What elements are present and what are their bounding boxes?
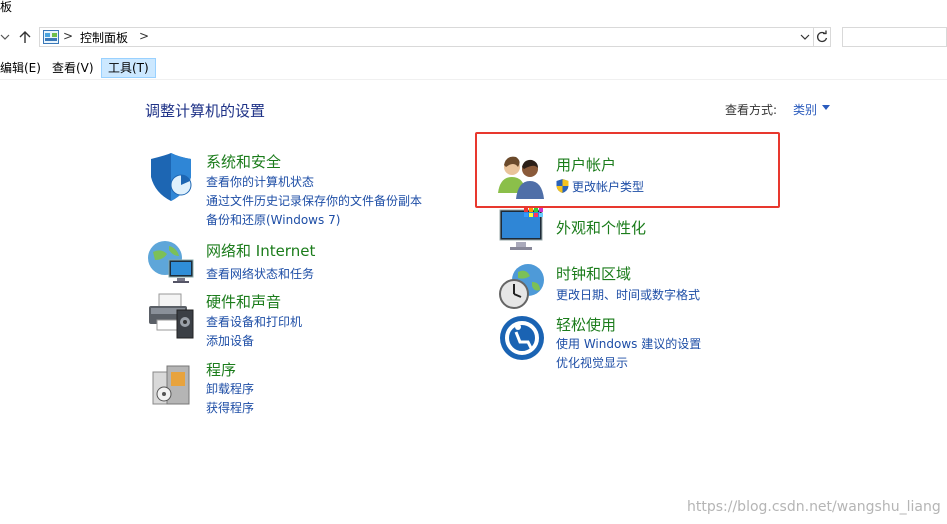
link-optimize-visual-display[interactable]: 优化视觉显示 xyxy=(556,354,628,371)
recent-locations-chevron-icon[interactable] xyxy=(0,29,12,45)
link-devices-printers[interactable]: 查看设备和打印机 xyxy=(206,313,302,330)
category-clock-region-title[interactable]: 时钟和区域 xyxy=(556,263,631,284)
search-input[interactable] xyxy=(842,27,947,47)
chevron-down-icon[interactable] xyxy=(822,105,830,111)
refresh-button[interactable] xyxy=(813,27,831,47)
category-programs-title[interactable]: 程序 xyxy=(206,359,236,380)
view-by-dropdown[interactable]: 类别 xyxy=(793,101,817,118)
category-ease-of-access-title[interactable]: 轻松使用 xyxy=(556,314,616,335)
category-hardware-sound-title[interactable]: 硬件和声音 xyxy=(206,291,281,312)
page-title: 调整计算机的设置 xyxy=(145,102,266,120)
breadcrumb-separator[interactable]: > xyxy=(139,29,149,43)
refresh-icon xyxy=(817,30,828,43)
link-get-programs[interactable]: 获得程序 xyxy=(206,399,254,416)
link-add-device[interactable]: 添加设备 xyxy=(206,332,254,349)
breadcrumb-separator: > xyxy=(63,29,74,43)
link-view-computer-status[interactable]: 查看你的计算机状态 xyxy=(206,173,314,190)
users-icon[interactable] xyxy=(498,153,546,201)
printer-icon[interactable] xyxy=(147,292,195,340)
view-by-label: 查看方式: xyxy=(725,103,778,117)
program-box-icon[interactable] xyxy=(147,360,195,408)
address-bar[interactable]: > 控制面板 > xyxy=(39,27,814,47)
breadcrumb-control-panel[interactable]: 控制面板 xyxy=(80,29,128,46)
ease-of-access-icon[interactable] xyxy=(498,314,546,362)
window-title: 板 xyxy=(0,0,13,14)
clock-globe-icon[interactable] xyxy=(498,262,546,310)
link-windows-suggested-settings[interactable]: 使用 Windows 建议的设置 xyxy=(556,335,701,352)
category-user-accounts-title[interactable]: 用户帐户 xyxy=(556,154,616,175)
up-arrow-icon[interactable] xyxy=(16,28,34,46)
menu-view[interactable]: 查看(V) xyxy=(48,58,98,78)
shield-pie-icon[interactable] xyxy=(147,153,195,201)
category-system-security-title[interactable]: 系统和安全 xyxy=(206,151,281,172)
address-dropdown-chevron-icon[interactable] xyxy=(800,32,810,42)
link-file-history-backup[interactable]: 通过文件历史记录保存你的文件备份副本 xyxy=(206,192,422,209)
category-network-internet-title[interactable]: 网络和 Internet xyxy=(206,240,315,261)
globe-monitor-icon[interactable] xyxy=(147,238,195,286)
watermark-text: https://blog.csdn.net/wangshu_liang xyxy=(687,499,941,515)
link-change-account-type[interactable]: 更改帐户类型 xyxy=(572,178,644,195)
address-row: > 控制面板 > xyxy=(0,26,947,50)
uac-shield-icon xyxy=(556,179,569,193)
link-change-date-time-format[interactable]: 更改日期、时间或数字格式 xyxy=(556,286,700,303)
control-panel-icon xyxy=(43,30,59,44)
menu-tools[interactable]: 工具(T) xyxy=(101,58,156,78)
link-uninstall-program[interactable]: 卸载程序 xyxy=(206,380,254,397)
link-backup-restore[interactable]: 备份和还原(Windows 7) xyxy=(206,211,340,228)
link-network-status[interactable]: 查看网络状态和任务 xyxy=(206,265,314,282)
monitor-palette-icon[interactable] xyxy=(498,206,546,254)
category-appearance-title[interactable]: 外观和个性化 xyxy=(556,217,646,238)
menu-bar: 编辑(E) 查看(V) 工具(T) xyxy=(0,57,947,80)
menu-edit[interactable]: 编辑(E) xyxy=(0,58,45,78)
